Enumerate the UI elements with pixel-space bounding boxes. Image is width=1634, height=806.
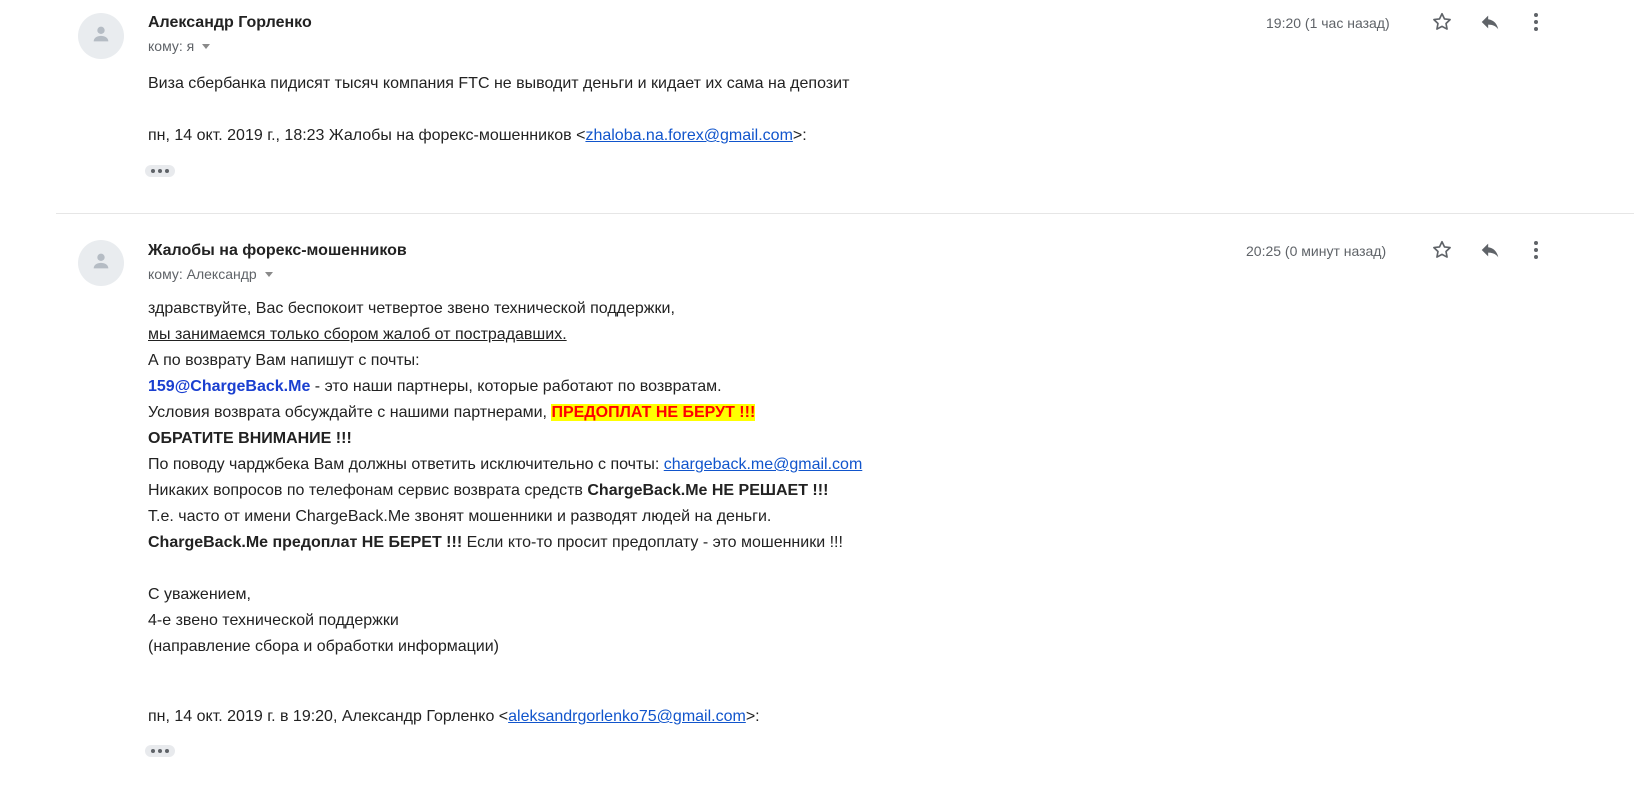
- body-line: мы занимаемся только сбором жалоб от пос…: [148, 326, 567, 343]
- ellipsis-icon: [151, 169, 169, 173]
- recipient-label: кому: Александр: [148, 266, 257, 282]
- recipient-dropdown[interactable]: кому: Александр: [148, 266, 273, 282]
- person-icon: [90, 23, 112, 50]
- message-time: 19:20 (1 час назад): [1266, 15, 1390, 31]
- quote-prefix: пн, 14 окт. 2019 г. в 19:20, Александр Г…: [148, 708, 509, 725]
- recipient-dropdown[interactable]: кому: я: [148, 38, 211, 54]
- sender-name[interactable]: Жалобы на форекс-мошенников: [148, 242, 407, 260]
- star-button[interactable]: [1430, 240, 1454, 264]
- message-divider: [56, 213, 1634, 214]
- quote-header: пн, 14 окт. 2019 г. в 19:20, Александр Г…: [148, 704, 760, 730]
- more-options-button[interactable]: [1524, 12, 1548, 36]
- body-line: Условия возврата обсуждайте с нашими пар…: [148, 404, 756, 421]
- message-body: здравствуйте, Вас беспокоит четвертое зв…: [148, 296, 862, 660]
- signature-line: (направление сбора и обработки информаци…: [148, 638, 499, 655]
- quote-header: пн, 14 окт. 2019 г., 18:23 Жалобы на фор…: [148, 123, 807, 149]
- star-button[interactable]: [1430, 12, 1454, 36]
- partner-email: 159@ChargeBack.Me: [148, 378, 311, 395]
- message-body: Виза сбербанка пидисят тысяч компания FT…: [148, 71, 849, 97]
- avatar[interactable]: [78, 13, 124, 59]
- reply-button[interactable]: [1478, 12, 1502, 36]
- body-line: ChargeBack.Me предоплат НЕ БЕРЕТ !!! Есл…: [148, 534, 843, 551]
- highlighted-warning: ПРЕДОПЛАТ НЕ БЕРУТ !!!: [551, 404, 756, 421]
- star-icon: [1431, 11, 1453, 38]
- reply-icon: [1479, 239, 1501, 266]
- chevron-down-icon: [202, 43, 211, 49]
- body-line: А по возврату Вам напишут с почты:: [148, 352, 420, 369]
- body-line: Виза сбербанка пидисят тысяч компания FT…: [148, 75, 850, 92]
- body-line: Никаких вопросов по телефонам сервис воз…: [148, 482, 829, 499]
- signature-line: 4-е звено технической поддержки: [148, 612, 399, 629]
- signature-line: С уважением,: [148, 586, 251, 603]
- reply-button[interactable]: [1478, 240, 1502, 264]
- more-vert-icon: [1533, 240, 1539, 265]
- body-line: здравствуйте, Вас беспокоит четвертое зв…: [148, 300, 675, 317]
- more-options-button[interactable]: [1524, 240, 1548, 264]
- chevron-down-icon: [264, 271, 273, 277]
- body-line: Т.е. часто от имени ChargeBack.Me звонят…: [148, 508, 772, 525]
- message-time: 20:25 (0 минут назад): [1246, 243, 1387, 259]
- avatar[interactable]: [78, 240, 124, 286]
- chargeback-email-link[interactable]: chargeback.me@gmail.com: [664, 456, 863, 473]
- quote-email-link[interactable]: zhaloba.na.forex@gmail.com: [585, 127, 792, 144]
- star-icon: [1431, 239, 1453, 266]
- body-line: ОБРАТИТЕ ВНИМАНИЕ !!!: [148, 430, 352, 447]
- quote-suffix: >:: [745, 708, 760, 725]
- quote-email-link[interactable]: aleksandrgorlenko75@gmail.com: [508, 708, 746, 725]
- sender-name[interactable]: Александр Горленко: [148, 14, 312, 32]
- quote-suffix: >:: [792, 127, 807, 144]
- ellipsis-icon: [151, 749, 169, 753]
- body-line: По поводу чарджбека Вам должны ответить …: [148, 456, 863, 473]
- reply-icon: [1479, 11, 1501, 38]
- recipient-label: кому: я: [148, 38, 195, 54]
- quote-prefix: пн, 14 окт. 2019 г., 18:23 Жалобы на фор…: [148, 127, 586, 144]
- person-icon: [90, 250, 112, 277]
- show-trimmed-content-button[interactable]: [145, 745, 175, 757]
- show-trimmed-content-button[interactable]: [145, 165, 175, 177]
- more-vert-icon: [1533, 12, 1539, 37]
- body-line: 159@ChargeBack.Me - это наши партнеры, к…: [148, 378, 722, 395]
